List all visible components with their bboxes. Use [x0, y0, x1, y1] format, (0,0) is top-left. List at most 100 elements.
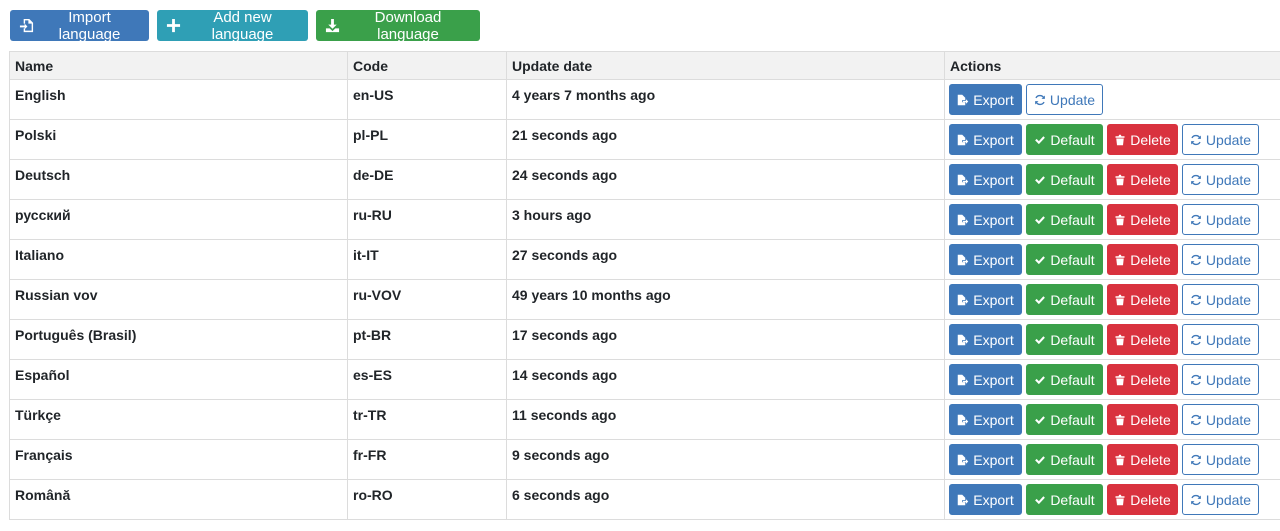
update-button[interactable]: Update: [1182, 164, 1259, 195]
download-language-label: Download language: [374, 8, 442, 43]
default-button[interactable]: Default: [1026, 284, 1103, 315]
delete-button[interactable]: Delete: [1107, 404, 1178, 435]
delete-label: Delete: [1130, 371, 1171, 388]
delete-button[interactable]: Delete: [1107, 164, 1178, 195]
check-icon: [1035, 375, 1046, 384]
file-export-icon: [958, 214, 969, 225]
export-button[interactable]: Export: [949, 444, 1022, 475]
default-label: Default: [1050, 331, 1095, 348]
table-row: Polski pl-PL 21 seconds ago Export Default De…: [9, 119, 1280, 160]
row-actions: Export Update: [949, 84, 1280, 115]
update-button[interactable]: Update: [1182, 324, 1259, 355]
update-date-cell: 17 seconds ago: [506, 319, 945, 360]
default-button[interactable]: Default: [1026, 484, 1103, 515]
update-date-cell: 3 hours ago: [506, 199, 945, 240]
language-name-cell: Français: [9, 439, 348, 480]
delete-button[interactable]: Delete: [1107, 124, 1178, 155]
check-icon: [1035, 415, 1046, 424]
trash-icon: [1115, 334, 1125, 345]
trash-icon: [1115, 214, 1125, 225]
language-name-cell: English: [9, 79, 348, 120]
update-button[interactable]: Update: [1182, 404, 1259, 435]
import-language-label: Import language: [58, 8, 121, 43]
export-button[interactable]: Export: [949, 204, 1022, 235]
export-button[interactable]: Export: [949, 364, 1022, 395]
actions-cell: Export Default Delete Update: [944, 159, 1280, 200]
add-new-language-label: Add new language: [211, 8, 274, 43]
default-button[interactable]: Default: [1026, 204, 1103, 235]
default-label: Default: [1050, 211, 1095, 228]
table-row: Deutsch de-DE 24 seconds ago Export Default D…: [9, 159, 1280, 200]
check-icon: [1035, 255, 1046, 264]
default-button[interactable]: Default: [1026, 124, 1103, 155]
export-label: Export: [973, 331, 1014, 348]
row-actions: Export Default Delete Update: [949, 244, 1280, 275]
language-code-cell: ru-VOV: [347, 279, 507, 320]
delete-button[interactable]: Delete: [1107, 324, 1178, 355]
export-button[interactable]: Export: [949, 484, 1022, 515]
update-button[interactable]: Update: [1182, 284, 1259, 315]
export-button[interactable]: Export: [949, 84, 1022, 115]
delete-button[interactable]: Delete: [1107, 284, 1178, 315]
default-label: Default: [1050, 411, 1095, 428]
language-code-cell: pt-BR: [347, 319, 507, 360]
delete-label: Delete: [1130, 171, 1171, 188]
export-label: Export: [973, 91, 1014, 108]
delete-button[interactable]: Delete: [1107, 244, 1178, 275]
update-button[interactable]: Update: [1182, 244, 1259, 275]
check-icon: [1035, 335, 1046, 344]
table-row: Português (Brasil) pt-BR 17 seconds ago Exp…: [9, 319, 1280, 360]
export-label: Export: [973, 411, 1014, 428]
default-button[interactable]: Default: [1026, 324, 1103, 355]
update-label: Update: [1205, 291, 1252, 308]
default-button[interactable]: Default: [1026, 404, 1103, 435]
delete-button[interactable]: Delete: [1107, 444, 1178, 475]
table-row: Russian vov ru-VOV 49 years 10 months ago E…: [9, 279, 1280, 320]
delete-button[interactable]: Delete: [1107, 364, 1178, 395]
default-label: Default: [1050, 491, 1095, 508]
delete-label: Delete: [1130, 211, 1171, 228]
import-language-button[interactable]: Import language: [10, 8, 149, 43]
delete-button[interactable]: Delete: [1107, 204, 1178, 235]
update-button[interactable]: Update: [1182, 444, 1259, 475]
row-actions: Export Default Delete Update: [949, 284, 1280, 315]
language-code-cell: tr-TR: [347, 399, 507, 440]
export-label: Export: [973, 171, 1014, 188]
update-button[interactable]: Update: [1182, 484, 1259, 515]
check-icon: [1035, 495, 1046, 504]
export-button[interactable]: Export: [949, 324, 1022, 355]
default-button[interactable]: Default: [1026, 164, 1103, 195]
update-label: Update: [1205, 211, 1252, 228]
export-button[interactable]: Export: [949, 404, 1022, 435]
actions-cell: Export Default Delete Update: [944, 239, 1280, 280]
refresh-icon: [1191, 374, 1201, 385]
check-icon: [1035, 175, 1046, 184]
trash-icon: [1115, 134, 1125, 145]
update-button[interactable]: Update: [1182, 204, 1259, 235]
actions-cell: Export Default Delete Update: [944, 439, 1280, 480]
update-button[interactable]: Update: [1182, 364, 1259, 395]
trash-icon: [1115, 494, 1125, 505]
add-new-language-button[interactable]: Add new language: [157, 8, 308, 43]
table-row: Español es-ES 14 seconds ago Export Default D…: [9, 359, 1280, 400]
language-name-cell: Deutsch: [9, 159, 348, 200]
download-language-button[interactable]: Download language: [316, 8, 480, 43]
language-name-cell: Türkçe: [9, 399, 348, 440]
default-button[interactable]: Default: [1026, 244, 1103, 275]
export-button[interactable]: Export: [949, 284, 1022, 315]
file-export-icon: [958, 134, 969, 145]
column-header-update-date: Update date: [506, 51, 945, 80]
update-button[interactable]: Update: [1026, 84, 1103, 115]
export-label: Export: [973, 451, 1014, 468]
trash-icon: [1115, 254, 1125, 265]
default-button[interactable]: Default: [1026, 444, 1103, 475]
language-code-cell: de-DE: [347, 159, 507, 200]
export-button[interactable]: Export: [949, 164, 1022, 195]
update-label: Update: [1205, 491, 1252, 508]
refresh-icon: [1191, 494, 1201, 505]
export-button[interactable]: Export: [949, 244, 1022, 275]
update-button[interactable]: Update: [1182, 124, 1259, 155]
default-button[interactable]: Default: [1026, 364, 1103, 395]
delete-button[interactable]: Delete: [1107, 484, 1178, 515]
export-button[interactable]: Export: [949, 124, 1022, 155]
